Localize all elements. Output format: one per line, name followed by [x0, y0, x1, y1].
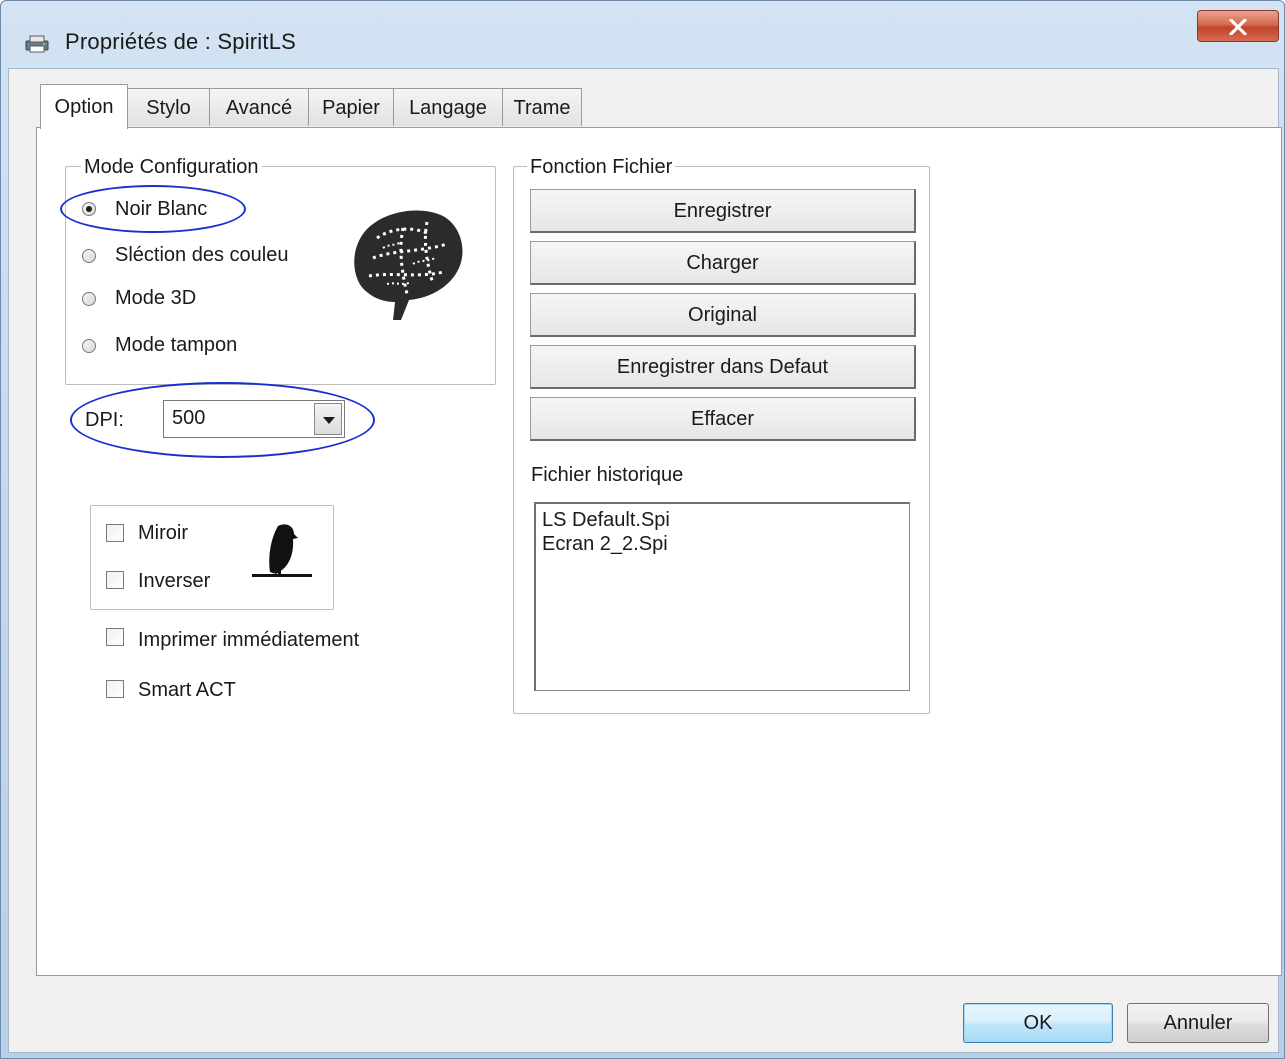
radio-selection-couleur-label: Sléction des couleu — [115, 244, 289, 266]
annotation-ellipse-dpi — [70, 382, 375, 458]
brain-sketch-image — [354, 210, 463, 320]
radio-mode-tampon-label: Mode tampon — [115, 334, 238, 356]
charger-button[interactable]: Charger — [530, 241, 916, 285]
checkbox-inverser-label: Inverser — [138, 570, 211, 592]
radio-selection-couleur[interactable] — [82, 249, 96, 263]
radio-mode-3d[interactable] — [82, 292, 96, 306]
checkbox-inverser[interactable] — [106, 571, 124, 589]
radio-mode-3d-label: Mode 3D — [115, 287, 197, 309]
checkbox-smart-act-label: Smart ACT — [138, 679, 236, 701]
checkbox-smart-act[interactable] — [106, 680, 124, 698]
fichier-historique-list[interactable]: LS Default.Spi Ecran 2_2.Spi — [534, 502, 910, 691]
effacer-button[interactable]: Effacer — [530, 397, 916, 441]
original-button[interactable]: Original — [530, 293, 916, 337]
bird-silhouette-image — [252, 524, 312, 577]
checkbox-miroir-label: Miroir — [138, 522, 188, 544]
checkbox-imprimer-immediatement-label: Imprimer immédiatement — [138, 629, 360, 651]
orientation-preview-image — [248, 518, 314, 584]
ok-button[interactable]: OK — [963, 1003, 1113, 1043]
checkbox-imprimer-immediatement[interactable] — [106, 628, 124, 646]
checkbox-miroir[interactable] — [106, 524, 124, 542]
radio-mode-tampon[interactable] — [82, 339, 96, 353]
list-item[interactable]: Ecran 2_2.Spi — [542, 532, 668, 556]
enregistrer-dans-defaut-button[interactable]: Enregistrer dans Defaut — [530, 345, 916, 389]
fonction-fichier-title: Fonction Fichier — [527, 156, 676, 178]
enregistrer-button[interactable]: Enregistrer — [530, 189, 916, 233]
annotation-ellipse-noir-blanc — [60, 185, 246, 233]
mode-preview-image — [343, 198, 471, 328]
list-item[interactable]: LS Default.Spi — [542, 508, 670, 532]
annuler-button[interactable]: Annuler — [1127, 1003, 1269, 1043]
fichier-historique-label: Fichier historique — [531, 464, 684, 486]
mode-configuration-title: Mode Configuration — [81, 156, 262, 178]
